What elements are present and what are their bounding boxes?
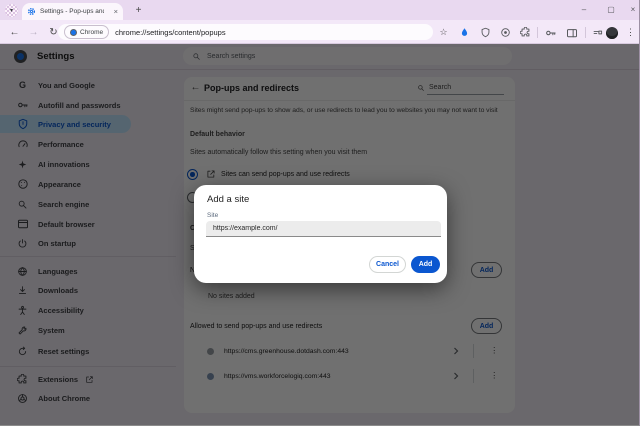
window-close-button[interactable]: × <box>625 0 640 18</box>
browser-menu-dots-icon[interactable]: ⋮ <box>624 26 637 39</box>
tab-close-icon[interactable]: × <box>114 8 118 16</box>
toolbar-divider <box>585 27 586 38</box>
forward-icon[interactable]: → <box>27 26 40 39</box>
side-panel-icon[interactable] <box>566 27 578 39</box>
tab-title: Settings - Pop-ups and redirects <box>40 8 104 15</box>
cancel-button[interactable]: Cancel <box>369 256 406 273</box>
settings-gear-favicon-icon <box>27 7 36 16</box>
bookmark-star-icon[interactable]: ☆ <box>437 26 450 39</box>
droplet-extension-icon[interactable] <box>459 27 470 38</box>
pinned-extension-icon[interactable] <box>592 27 603 38</box>
profile-avatar[interactable] <box>606 27 618 39</box>
add-button[interactable]: Add <box>411 256 440 273</box>
extensions-puzzle-icon[interactable] <box>520 27 531 38</box>
chrome-logo-icon <box>70 29 77 36</box>
back-icon[interactable]: ← <box>8 26 21 39</box>
chrome-search-chip[interactable]: Chrome <box>64 25 109 39</box>
window-minimize-button[interactable]: – <box>576 0 592 18</box>
site-field-label: Site <box>207 212 218 219</box>
active-tab[interactable]: Settings - Pop-ups and redirects × <box>22 3 123 20</box>
toolbar-divider <box>537 27 538 38</box>
password-key-icon[interactable] <box>545 27 557 39</box>
dialog-title: Add a site <box>207 194 249 205</box>
tab-search-button[interactable]: ▾ <box>5 4 18 17</box>
omnibox[interactable]: Chrome chrome://settings/content/popups <box>58 24 433 40</box>
new-tab-button[interactable]: + <box>132 4 145 17</box>
shield-extension-icon[interactable] <box>480 27 491 38</box>
chip-label: Chrome <box>80 29 103 36</box>
circle-extension-icon[interactable] <box>500 27 511 38</box>
add-site-dialog: Add a site Site Cancel Add <box>194 185 447 283</box>
tab-strip: ▾ Settings - Pop-ups and redirects × + –… <box>0 0 640 20</box>
url-text: chrome://settings/content/popups <box>115 28 225 37</box>
site-input[interactable] <box>206 221 441 237</box>
window-maximize-button[interactable]: ▢ <box>603 0 619 18</box>
